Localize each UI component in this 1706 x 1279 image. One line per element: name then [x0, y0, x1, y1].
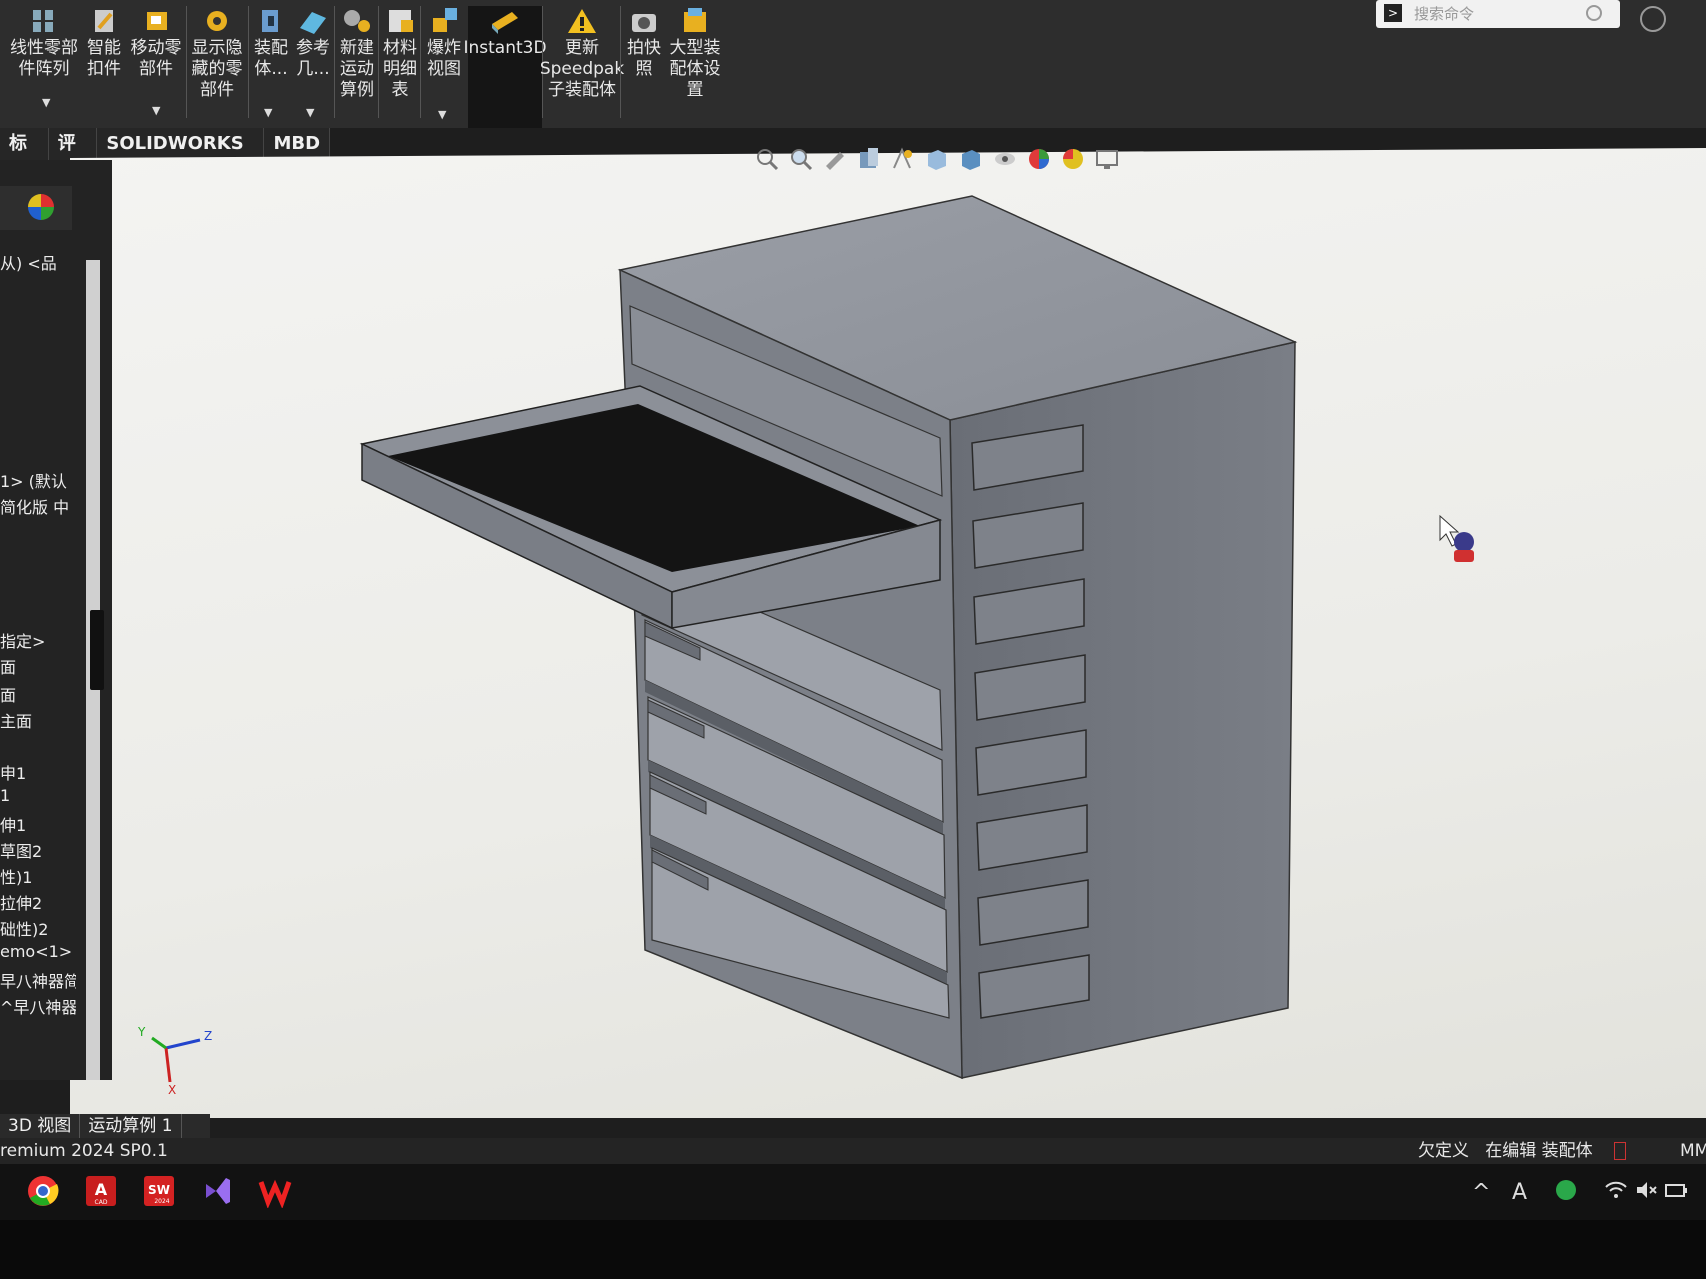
windows-taskbar: A CAD SW 2024 ^ A: [0, 1164, 1706, 1220]
feature-tree: 从) <品 1> (默认 简化版 中 指定> 面 面 主面 申1 1 伸1 草图…: [0, 232, 76, 1082]
battery-icon[interactable]: [1664, 1178, 1688, 1202]
app-tray-icon[interactable]: [1554, 1178, 1578, 1202]
tab-motion-study-1[interactable]: 运动算例 1: [80, 1114, 182, 1138]
tree-item[interactable]: 指定>: [0, 628, 45, 652]
tab-3d-view[interactable]: 3D 视图: [0, 1114, 81, 1138]
show-hidden-icons-chevron-icon[interactable]: ^: [1472, 1180, 1490, 1205]
tree-item[interactable]: 简化版 中: [0, 494, 69, 518]
status-bar: remium 2024 SP0.1 欠定义 在编辑 装配体 MM: [0, 1138, 1706, 1164]
drawer-cabinet-model[interactable]: Z X Y: [0, 0, 1706, 1120]
mouse-cursor: [1439, 514, 1474, 562]
editing-status: 在编辑 装配体: [1485, 1141, 1593, 1161]
view-tabs: 3D 视图 运动算例 1: [0, 1114, 210, 1138]
tree-item[interactable]: 主面: [0, 708, 32, 732]
svg-text:SW: SW: [148, 1183, 170, 1197]
tree-item[interactable]: ^早八神器简: [0, 994, 76, 1018]
tree-item[interactable]: 1> (默认: [0, 468, 67, 492]
svg-text:A: A: [95, 1180, 108, 1199]
autocad-icon[interactable]: ACAD: [84, 1174, 118, 1208]
triad-y-label: Y: [137, 1025, 146, 1039]
visual-studio-icon[interactable]: [200, 1174, 234, 1208]
tree-item[interactable]: 1: [0, 786, 10, 805]
tree-item[interactable]: 草图2: [0, 838, 42, 862]
feature-manager-panel: 从) <品 1> (默认 简化版 中 指定> 面 面 主面 申1 1 伸1 草图…: [0, 160, 112, 1080]
volume-muted-icon[interactable]: [1634, 1178, 1658, 1202]
tree-item[interactable]: 拉伸2: [0, 890, 42, 914]
triad-x-label: X: [168, 1083, 176, 1097]
wps-office-icon[interactable]: [258, 1174, 292, 1208]
under-defined-status: 欠定义: [1418, 1141, 1469, 1161]
wifi-icon[interactable]: [1604, 1178, 1628, 1202]
rebuild-icon[interactable]: [1614, 1142, 1627, 1160]
panel-tab-bar: [0, 186, 72, 230]
tree-item[interactable]: 伸1: [0, 812, 26, 836]
tree-item[interactable]: emo<1> (: [0, 942, 76, 961]
tree-item[interactable]: 础性)2: [0, 916, 48, 940]
tree-item[interactable]: 面: [0, 654, 16, 678]
units-status[interactable]: MM: [1680, 1138, 1706, 1164]
monitor-bezel: [0, 1220, 1706, 1279]
triad-z-label: Z: [204, 1029, 212, 1043]
panel-splitter-handle[interactable]: [90, 610, 104, 690]
status-right: 欠定义 在编辑 装配体: [1418, 1138, 1627, 1164]
version-text: remium 2024 SP0.1: [0, 1141, 168, 1161]
tree-item[interactable]: 面: [0, 682, 16, 706]
chrome-icon[interactable]: [26, 1174, 60, 1208]
tree-item[interactable]: 申1: [0, 760, 26, 784]
input-method-indicator[interactable]: A: [1512, 1180, 1527, 1205]
coordinate-triad: Z X Y: [137, 1025, 212, 1097]
tree-item[interactable]: 性)1: [0, 864, 32, 888]
screen: 线性零部 件阵列 ▼ 智能 扣件 移动零 部件 ▼ 显示隐 藏的零 部件 装配 …: [0, 0, 1706, 1279]
display-manager-icon[interactable]: [28, 194, 54, 220]
svg-text:2024: 2024: [154, 1198, 169, 1205]
tree-item[interactable]: 早八神器简化: [0, 968, 76, 992]
mascot-icon: [1454, 532, 1474, 552]
solidworks-icon[interactable]: SW2024: [142, 1174, 176, 1208]
tree-item[interactable]: 从) <品: [0, 250, 57, 274]
svg-text:CAD: CAD: [95, 1199, 108, 1206]
